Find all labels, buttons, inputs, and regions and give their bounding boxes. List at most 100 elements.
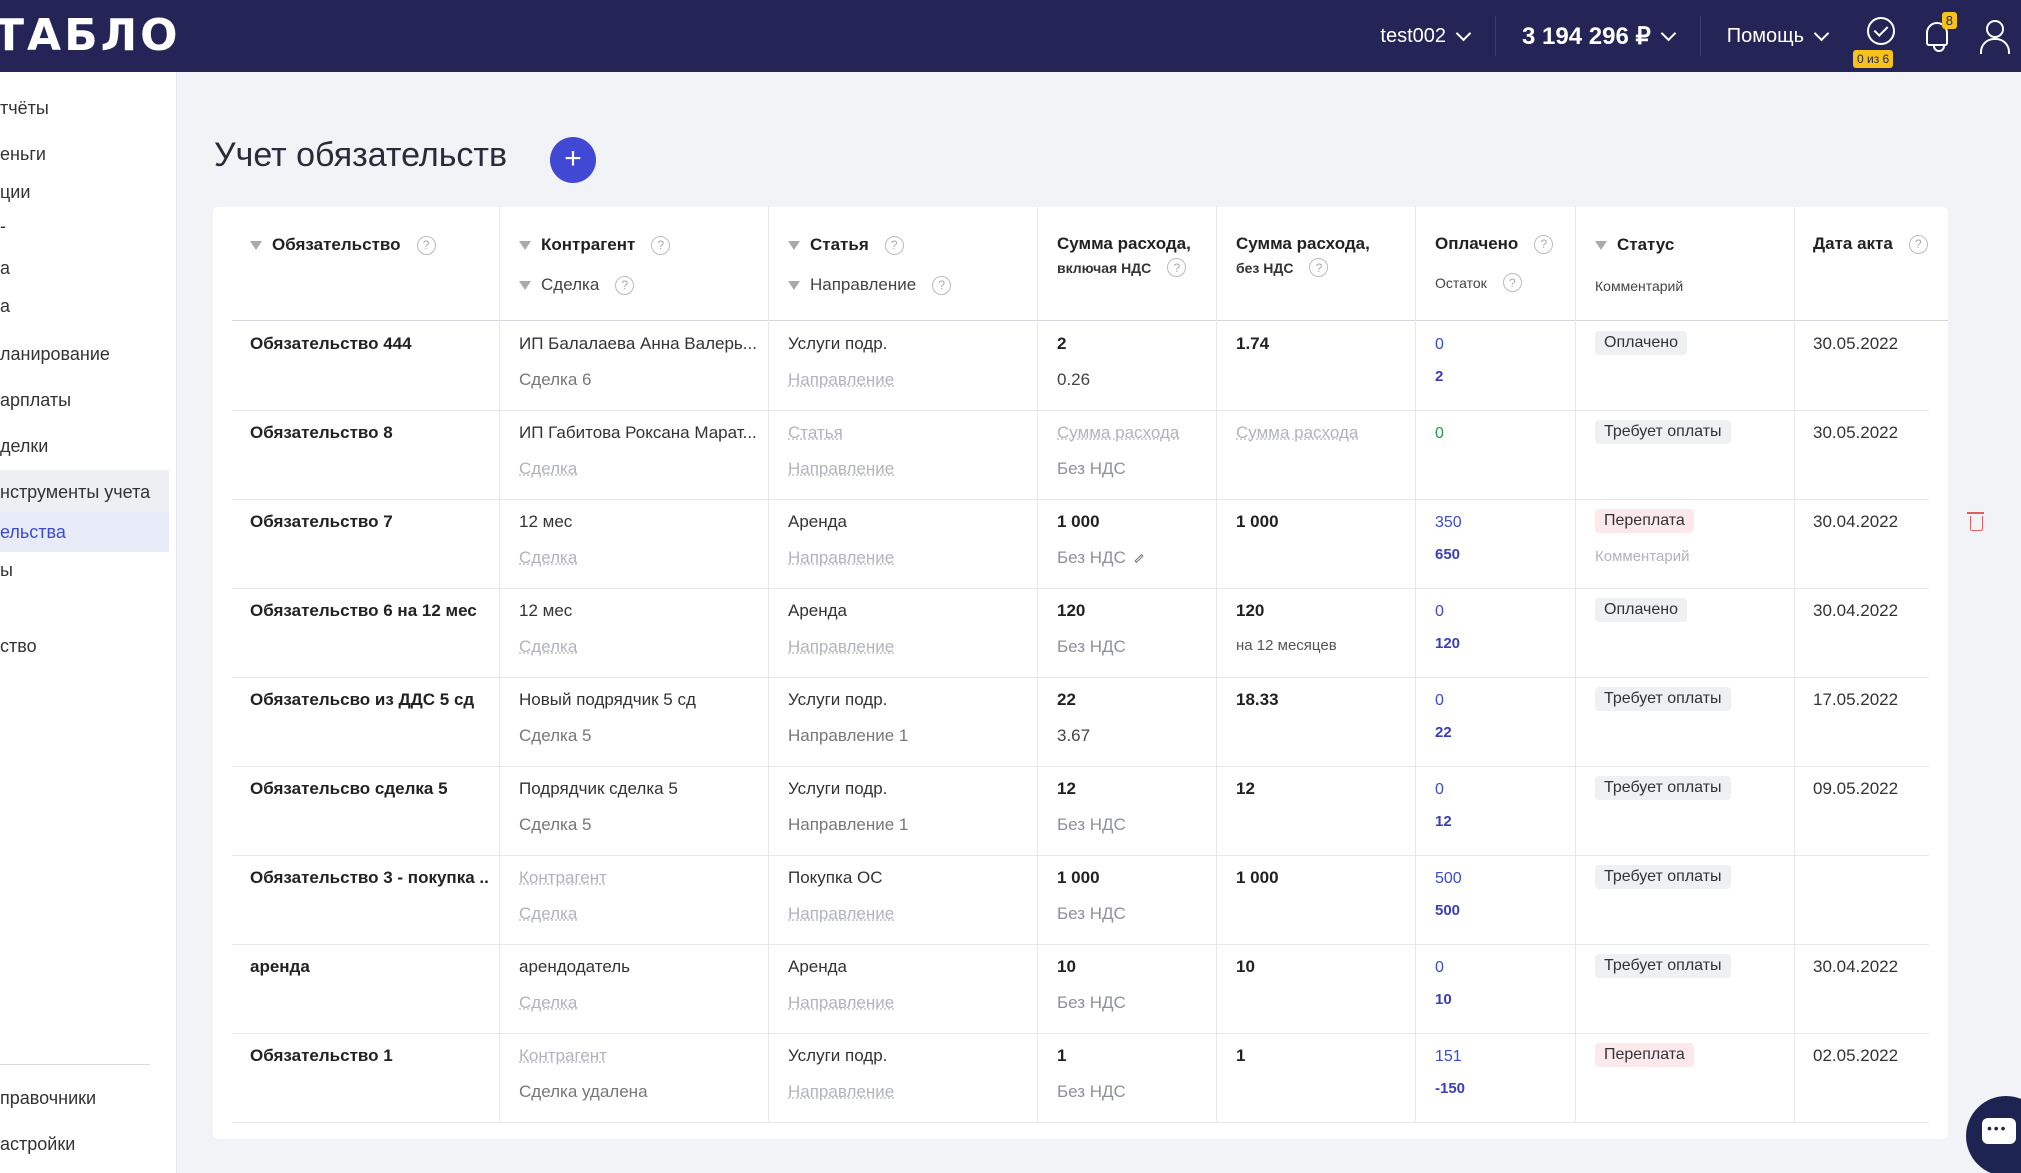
obligation-name[interactable]: Обязательство 3 - покупка ... <box>250 868 490 888</box>
counterparty-cell[interactable]: 12 мес <box>519 512 759 532</box>
vat-cell[interactable]: 0.26 <box>1057 370 1090 390</box>
sum-vat-cell[interactable]: Сумма расхода <box>1057 423 1179 443</box>
help-menu[interactable]: Помощь <box>1701 16 1853 56</box>
sum-novat-cell[interactable]: 1.74 <box>1236 334 1269 354</box>
sidebar-item-5[interactable]: а <box>0 296 10 317</box>
sidebar-item-deals[interactable]: делки <box>0 436 48 457</box>
status-badge[interactable]: Требует оплаты <box>1595 687 1731 711</box>
sidebar-item-reports[interactable]: тчёты <box>0 98 49 119</box>
sidebar-item-salaries[interactable]: арплаты <box>0 390 71 411</box>
direction-cell[interactable]: Направление <box>788 548 894 568</box>
counterparty-cell[interactable]: Подрядчик сделка 5 <box>519 779 759 799</box>
counterparty-cell[interactable]: 12 мес <box>519 601 759 621</box>
add-obligation-button[interactable]: + <box>550 137 596 183</box>
direction-cell[interactable]: Направление <box>788 1082 894 1102</box>
remain-cell[interactable]: 120 <box>1435 635 1460 652</box>
sidebar-item-4[interactable]: а <box>0 258 10 279</box>
delete-trash-icon[interactable] <box>1970 516 1983 531</box>
header-deal[interactable]: Сделка ? <box>519 275 634 295</box>
deal-cell[interactable]: Сделка 6 <box>519 370 759 390</box>
header-counterparty[interactable]: Контрагент ? <box>519 235 670 255</box>
deal-cell[interactable]: Сделка <box>519 459 759 479</box>
help-icon[interactable]: ? <box>1503 273 1522 292</box>
header-direction[interactable]: Направление ? <box>788 275 951 295</box>
help-icon[interactable]: ? <box>932 276 951 295</box>
sum-vat-cell[interactable]: 22 <box>1057 690 1076 710</box>
direction-cell[interactable]: Направление <box>788 904 894 924</box>
obligation-name[interactable]: Обязательство 444 <box>250 334 490 354</box>
sum-novat-cell[interactable]: 1 <box>1236 1046 1245 1066</box>
notifications-button[interactable]: 8 <box>1909 0 1965 72</box>
vat-cell[interactable]: Без НДС <box>1057 548 1144 568</box>
sum-novat-note[interactable]: на 12 месяцев <box>1236 637 1337 654</box>
obligation-name[interactable]: Обязательство 6 на 12 мес <box>250 601 490 621</box>
sidebar-item-planning[interactable]: ланирование <box>0 344 110 365</box>
article-cell[interactable]: Аренда <box>788 512 847 532</box>
header-article[interactable]: Статья ? <box>788 235 904 255</box>
vat-cell[interactable]: Без НДС <box>1057 993 1126 1013</box>
status-badge[interactable]: Оплачено <box>1595 331 1687 355</box>
direction-cell[interactable]: Направление <box>788 993 894 1013</box>
chat-button[interactable] <box>1966 1096 2021 1173</box>
help-icon[interactable]: ? <box>885 236 904 255</box>
sum-novat-cell[interactable]: Сумма расхода <box>1236 423 1358 443</box>
balance-selector[interactable]: 3 194 296 ₽ <box>1496 16 1701 56</box>
direction-cell[interactable]: Направление <box>788 637 894 657</box>
act-date-cell[interactable]: 02.05.2022 <box>1813 1046 1898 1066</box>
article-cell[interactable]: Аренда <box>788 601 847 621</box>
sidebar-item-settings[interactable]: астройки <box>0 1134 75 1155</box>
paid-cell[interactable]: 0 <box>1435 336 1444 354</box>
paid-cell[interactable]: 0 <box>1435 603 1444 621</box>
header-status[interactable]: Статус <box>1595 235 1674 255</box>
act-date-cell[interactable]: 30.04.2022 <box>1813 601 1898 621</box>
filter-icon[interactable] <box>250 241 262 250</box>
sidebar-item-money[interactable]: еньги <box>0 144 46 165</box>
sum-vat-cell[interactable]: 2 <box>1057 334 1066 354</box>
sum-vat-cell[interactable]: 12 <box>1057 779 1076 799</box>
sum-vat-cell[interactable]: 1 000 <box>1057 512 1100 532</box>
direction-cell[interactable]: Направление <box>788 370 894 390</box>
act-date-cell[interactable]: 09.05.2022 <box>1813 779 1898 799</box>
deal-cell[interactable]: Сделка 5 <box>519 726 759 746</box>
remain-cell[interactable]: 650 <box>1435 546 1460 563</box>
act-date-cell[interactable]: 30.04.2022 <box>1813 957 1898 977</box>
status-badge[interactable]: Переплата <box>1595 509 1694 533</box>
filter-icon[interactable] <box>788 241 800 250</box>
counterparty-cell[interactable]: арендодатель <box>519 957 759 977</box>
direction-cell[interactable]: Направление 1 <box>788 815 908 835</box>
paid-cell[interactable]: 350 <box>1435 514 1462 532</box>
status-badge[interactable]: Оплачено <box>1595 598 1687 622</box>
remain-cell[interactable]: 22 <box>1435 724 1452 741</box>
direction-cell[interactable]: Направление 1 <box>788 726 908 746</box>
obligation-name[interactable]: Обязательсво из ДДС 5 сд <box>250 690 490 710</box>
act-date-cell[interactable]: 30.04.2022 <box>1813 512 1898 532</box>
vat-cell[interactable]: Без НДС <box>1057 815 1126 835</box>
help-icon[interactable]: ? <box>1309 258 1328 277</box>
sidebar-item-3[interactable]: - <box>0 216 6 237</box>
sum-vat-cell[interactable]: 10 <box>1057 957 1076 977</box>
status-badge[interactable]: Требует оплаты <box>1595 865 1731 889</box>
help-icon[interactable]: ? <box>417 236 436 255</box>
filter-icon[interactable] <box>788 281 800 290</box>
status-badge[interactable]: Требует оплаты <box>1595 776 1731 800</box>
help-icon[interactable]: ? <box>615 276 634 295</box>
help-icon[interactable]: ? <box>1534 235 1553 254</box>
sidebar-item-11[interactable]: ы <box>0 560 13 581</box>
obligation-name[interactable]: Обязательство 7 <box>250 512 490 532</box>
counterparty-cell[interactable]: Контрагент <box>519 1046 759 1066</box>
remain-cell[interactable]: 2 <box>1435 368 1443 385</box>
sidebar-item-accounting-tools[interactable]: нструменты учета <box>0 470 169 514</box>
sum-vat-cell[interactable]: 1 000 <box>1057 868 1100 888</box>
counterparty-cell[interactable]: Контрагент <box>519 868 759 888</box>
filter-icon[interactable] <box>1595 241 1607 250</box>
article-cell[interactable]: Покупка ОС <box>788 868 883 888</box>
sum-novat-cell[interactable]: 12 <box>1236 779 1255 799</box>
paid-cell[interactable]: 500 <box>1435 870 1462 888</box>
paid-cell[interactable]: 151 <box>1435 1048 1462 1066</box>
act-date-cell[interactable]: 17.05.2022 <box>1813 690 1898 710</box>
article-cell[interactable]: Услуги подр. <box>788 1046 887 1066</box>
status-badge[interactable]: Требует оплаты <box>1595 420 1731 444</box>
sum-novat-cell[interactable]: 10 <box>1236 957 1255 977</box>
profile-button[interactable] <box>1965 0 2021 72</box>
vat-cell[interactable]: Без НДС <box>1057 1082 1126 1102</box>
